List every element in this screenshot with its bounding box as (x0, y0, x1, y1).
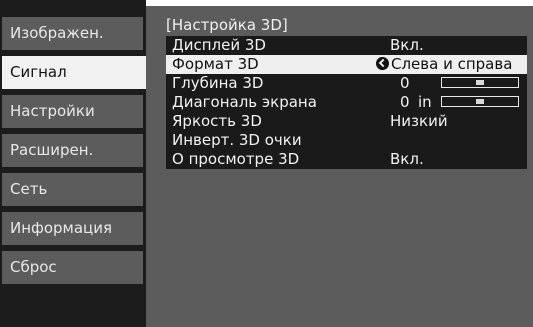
setting-row-screen-size[interactable]: Диагональ экрана 0 in (166, 93, 527, 112)
slider-knob[interactable] (476, 80, 484, 85)
depth-slider[interactable] (441, 77, 519, 88)
setting-label: О просмотре 3D (172, 150, 300, 168)
setting-unit: in (418, 93, 432, 111)
setting-value-text: Слева и справа (391, 55, 513, 73)
setting-row-3d-display[interactable]: Дисплей 3D Вкл. (166, 36, 527, 55)
sidebar-item-extended[interactable]: Расширен. (2, 134, 143, 167)
setting-label: Диагональ экрана (172, 93, 317, 111)
slider-knob[interactable] (476, 99, 484, 104)
setting-value: Вкл. (390, 150, 424, 168)
settings-panel: [Настройка 3D] Дисплей 3D Вкл. Формат 3D… (146, 6, 533, 327)
setting-value: Слева и справа (376, 55, 512, 74)
setting-label: Глубина 3D (172, 74, 264, 92)
setting-value: Вкл. (390, 36, 424, 54)
setting-value: Низкий (390, 112, 448, 130)
sidebar-item-settings[interactable]: Настройки (2, 95, 143, 128)
setting-row-3d-brightness[interactable]: Яркость 3D Низкий (166, 112, 527, 131)
sidebar-item-reset[interactable]: Сброс (2, 251, 143, 284)
sidebar-item-network[interactable]: Сеть (2, 173, 143, 206)
setting-label: Дисплей 3D (172, 36, 266, 54)
settings-list: Дисплей 3D Вкл. Формат 3D Слева и справа… (166, 36, 527, 169)
setting-row-3d-format[interactable]: Формат 3D Слева и справа (166, 55, 527, 74)
setting-row-3d-depth[interactable]: Глубина 3D 0 (166, 74, 527, 93)
setting-value: 0 (400, 93, 410, 111)
sidebar-item-image[interactable]: Изображен. (2, 17, 143, 50)
setting-label: Формат 3D (172, 55, 259, 73)
sidebar-item-signal[interactable]: Сигнал (2, 56, 154, 89)
setting-label: Яркость 3D (172, 112, 262, 130)
setting-value: 0 (400, 74, 410, 92)
sidebar-menu: Изображен. Сигнал Настройки Расширен. Се… (0, 0, 154, 327)
undo-icon (376, 57, 389, 70)
panel-title: [Настройка 3D] (166, 16, 288, 34)
setting-label: Инверт. 3D очки (172, 131, 302, 149)
setting-row-inverse-3d-glasses[interactable]: Инверт. 3D очки (166, 131, 527, 150)
screen-size-slider[interactable] (441, 96, 519, 107)
sidebar-item-info[interactable]: Информация (2, 212, 143, 245)
setting-row-about-3d[interactable]: О просмотре 3D Вкл. (166, 150, 527, 169)
